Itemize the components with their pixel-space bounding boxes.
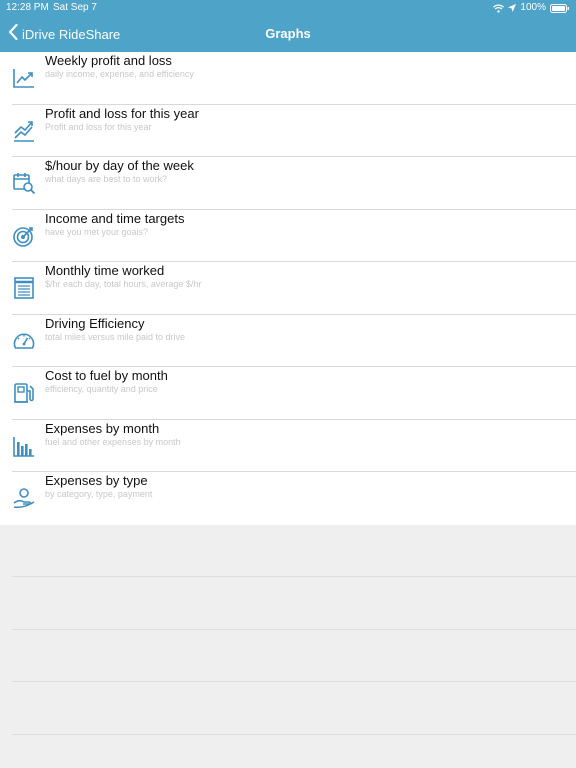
app-header: 12:28 PM Sat Sep 7 100% iDrive RideShare… [0,0,576,52]
list-item-subtitle: have you met your goals? [45,226,149,237]
list-item-title: Profit and loss for this year [45,105,199,121]
list-item-subtitle: Profit and loss for this year [45,121,152,132]
graphs-list: Weekly profit and loss daily income, exp… [0,52,576,525]
status-date: Sat Sep 7 [53,2,97,13]
page-title: Graphs [265,26,311,41]
speedometer-icon [13,332,35,349]
list-item-subtitle: $/hr each day, total hours, average $/hr [45,279,202,289]
status-time: 12:28 PM [6,2,49,13]
target-icon [13,226,33,247]
list-item-title: Weekly profit and loss [45,53,172,68]
list-item-subtitle: by category, type, payment [45,489,153,499]
list-item-subtitle: efficiency, quantity and price [45,384,158,394]
list-item-title: Expenses by month [45,420,160,436]
wifi-icon [493,3,505,13]
list-item-title: Driving Efficiency [45,315,145,331]
battery-icon [550,3,570,13]
list-item-subtitle: fuel and other expenses by month [45,436,181,447]
list-item-income-time-targets[interactable]: Income and time targets have you met you… [12,210,576,262]
list-item-title: Monthly time worked [45,263,165,278]
list-item-expenses-month[interactable]: Expenses by month fuel and other expense… [12,420,576,472]
list-item-title: $/hour by day of the week [45,158,194,173]
list-item-expenses-type[interactable]: Expenses by type by category, type, paym… [12,472,576,525]
list-item-weekly-profit-loss[interactable]: Weekly profit and loss daily income, exp… [12,52,576,105]
empty-row-separator [12,681,576,682]
calendar-search-icon [13,173,36,195]
document-list-icon [14,277,34,299]
empty-row-separator [12,576,576,577]
battery-percent: 100% [520,2,546,13]
list-item-subtitle: total miles versus mile paid to drive [45,331,186,342]
list-item-profit-loss-year[interactable]: Profit and loss for this year Profit and… [12,105,576,157]
empty-row-separator [12,629,576,630]
list-item-subtitle: daily income, expense, and efficiency [45,69,194,79]
line-chart-up-icon [13,69,34,88]
list-item-title: Expenses by type [45,473,148,488]
trend-chart-icon [14,120,34,142]
list-item-subtitle: what days are best to to work? [45,174,168,184]
list-item-hourly-by-day[interactable]: $/hour by day of the week what days are … [12,157,576,210]
list-item-driving-efficiency[interactable]: Driving Efficiency total miles versus mi… [12,315,576,367]
list-item-fuel-cost-month[interactable]: Cost to fuel by month efficiency, quanti… [12,367,576,420]
bar-chart-icon [13,436,34,457]
fuel-pump-icon [14,383,34,403]
list-item-title: Cost to fuel by month [45,368,168,383]
hand-coin-icon [13,488,35,509]
status-bar: 12:28 PM Sat Sep 7 100% [0,0,576,16]
list-item-title: Income and time targets [45,210,185,226]
location-arrow-icon [508,4,517,12]
navigation-bar: iDrive RideShare Graphs [0,16,576,52]
empty-row-separator [12,734,576,735]
status-indicators: 100% [489,0,570,16]
list-item-monthly-time-worked[interactable]: Monthly time worked $/hr each day, total… [12,262,576,315]
empty-table-area [0,524,576,768]
